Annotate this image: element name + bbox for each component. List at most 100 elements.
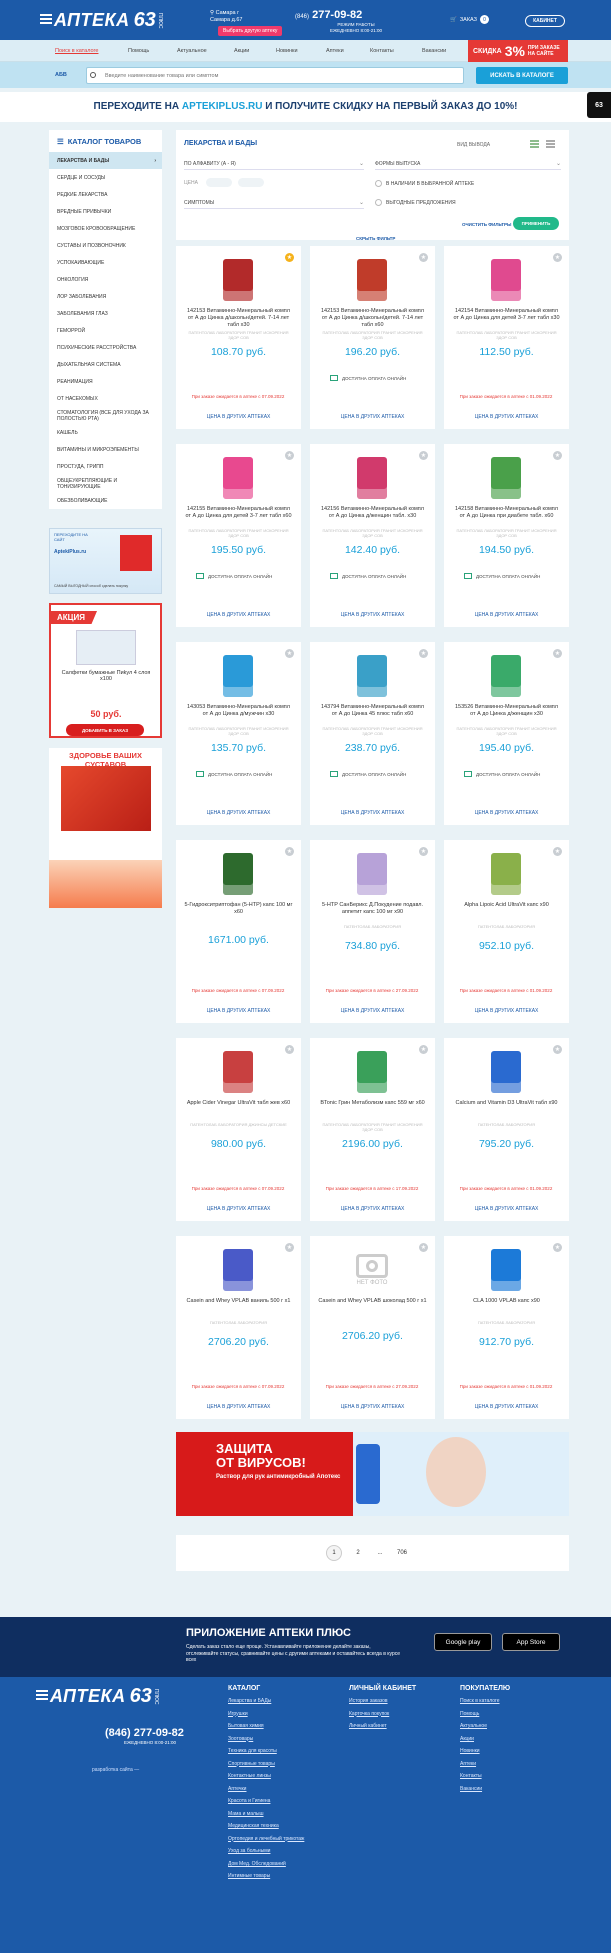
other-pharmacies-price-link[interactable]: ЦЕНА В ДРУГИХ АПТЕКАХ xyxy=(184,612,293,618)
footer-buyer-link[interactable]: Контакты xyxy=(460,1773,510,1786)
favorite-star-icon[interactable]: ★ xyxy=(285,1045,294,1054)
favorite-star-icon[interactable]: ★ xyxy=(285,847,294,856)
sidebar-item[interactable]: ОНКОЛОГИЯ xyxy=(49,271,162,288)
other-pharmacies-price-link[interactable]: ЦЕНА В ДРУГИХ АПТЕКАХ xyxy=(318,1008,427,1014)
product-card[interactable]: ★ CLA 1000 VPLAB капс х90 ПАТЕНТОЛАБ ЛАБОР… xyxy=(444,1236,569,1419)
product-image[interactable] xyxy=(347,652,397,700)
sidebar-item[interactable]: СУСТАВЫ И ПОЗВОНОЧНИК xyxy=(49,237,162,254)
sale-product-image[interactable] xyxy=(76,630,136,665)
nav-sales[interactable]: Акции xyxy=(234,48,249,54)
sidebar-item[interactable]: МОЗГОВОЕ КРОВООБРАЩЕНИЕ xyxy=(49,220,162,237)
product-image[interactable] xyxy=(213,1246,263,1294)
apply-filters-button[interactable]: ПРИМЕНИТЬ xyxy=(513,217,559,230)
footer-catalog-link[interactable]: Уход за больными xyxy=(228,1848,304,1861)
app-ad[interactable]: ПЕРЕХОДИТЕ НА САЙТ AptekiPlus.ru САМЫЙ В… xyxy=(49,528,162,594)
favorite-star-icon[interactable]: ★ xyxy=(553,1243,562,1252)
product-card[interactable]: ★ 142158 Витаминно-Минеральный компл от А… xyxy=(444,444,569,627)
product-name[interactable]: Casein and Whey VPLAB шоколад 500 г х1 xyxy=(318,1298,427,1305)
footer-catalog-link[interactable]: Красота и Гигиена xyxy=(228,1798,304,1811)
favorite-star-icon[interactable]: ★ xyxy=(285,253,294,262)
footer-buyer-link[interactable]: Вакансии xyxy=(460,1786,510,1799)
product-image[interactable] xyxy=(213,454,263,502)
product-image[interactable] xyxy=(213,850,263,898)
sidebar-item[interactable]: ЛЕКАРСТВА И БАДЫ › xyxy=(49,152,162,169)
favorite-star-icon[interactable]: ★ xyxy=(285,1243,294,1252)
product-card[interactable]: ★ 142153 Витаминно-Минеральный компл от А… xyxy=(310,246,435,429)
sidebar-item[interactable]: ОБЩЕУКРЕПЛЯЮЩИЕ И ТОНИЗИРУЮЩИЕ xyxy=(49,475,162,492)
page-2[interactable]: 2 xyxy=(350,1545,366,1561)
header-phone[interactable]: (846) 277-09-82 xyxy=(295,9,362,21)
product-name[interactable]: Apple Cider Vinegar UltraVit табл жев х6… xyxy=(184,1100,293,1107)
other-pharmacies-price-link[interactable]: ЦЕНА В ДРУГИХ АПТЕКАХ xyxy=(318,414,427,420)
footer-catalog-link[interactable]: Контактные линзы xyxy=(228,1773,304,1786)
footer-phone[interactable]: (846) 277-09-82 xyxy=(105,1727,184,1739)
page-1[interactable]: 1 xyxy=(326,1545,342,1561)
product-image[interactable] xyxy=(481,652,531,700)
product-card[interactable]: ★ 142154 Витаминно-Минеральный компл от А… xyxy=(444,246,569,429)
product-image[interactable] xyxy=(347,256,397,304)
product-name[interactable]: 142156 Витаминно-Минеральный компл от А … xyxy=(318,506,427,520)
product-image[interactable] xyxy=(481,454,531,502)
product-image[interactable] xyxy=(347,850,397,898)
product-image[interactable] xyxy=(481,850,531,898)
sidebar-item[interactable]: ЗАБОЛЕВАНИЯ ГЛАЗ xyxy=(49,305,162,322)
favorite-star-icon[interactable]: ★ xyxy=(553,847,562,856)
joints-ad[interactable]: ЗДОРОВЬЕ ВАШИХ СУСТАВОВ xyxy=(49,748,162,908)
product-image[interactable] xyxy=(213,256,263,304)
alphabet-link[interactable]: АБВ xyxy=(55,72,67,78)
sidebar-item[interactable]: ПСИХИЧЕСКИЕ РАССТРОЙСТВА xyxy=(49,339,162,356)
product-card[interactable]: ★ Calcium and Vitamin D3 UltraVit табл х9… xyxy=(444,1038,569,1221)
sidebar-item[interactable]: РЕАНИМАЦИЯ xyxy=(49,373,162,390)
product-name[interactable]: 153526 Витаминно-Минеральный компл от А … xyxy=(452,704,561,718)
nav-help[interactable]: Помощь xyxy=(128,48,149,54)
other-pharmacies-price-link[interactable]: ЦЕНА В ДРУГИХ АПТЕКАХ xyxy=(452,810,561,816)
sidebar-item[interactable]: ДЫХАТЕЛЬНАЯ СИСТЕМА xyxy=(49,356,162,373)
footer-catalog-link[interactable]: Дом Мед. Обследований xyxy=(228,1861,304,1874)
discount-promo[interactable]: СКИДКА 3% ПРИ ЗАКАЗЕ НА САЙТЕ xyxy=(468,40,568,62)
other-pharmacies-price-link[interactable]: ЦЕНА В ДРУГИХ АПТЕКАХ xyxy=(184,414,293,420)
sidebar-item[interactable]: КАШЕЛЬ xyxy=(49,424,162,441)
footer-catalog-link[interactable]: Ортопедия и лечебный трикотаж xyxy=(228,1836,304,1849)
city-selector[interactable]: ⚲ Самара г Самара д.67 xyxy=(210,10,242,24)
hide-filter-link[interactable]: СКРЫТЬ ФИЛЬТР xyxy=(356,236,395,241)
footer-catalog-link[interactable]: Лекарства и БАДы xyxy=(228,1698,304,1711)
sidebar-item[interactable]: ВИТАМИНЫ И МИКРОЭЛЕМЕНТЫ xyxy=(49,441,162,458)
app-store-button[interactable]: App Store xyxy=(502,1633,560,1651)
product-card[interactable]: ★ 142153 Витаминно-Минеральный компл от А… xyxy=(176,246,301,429)
google-play-button[interactable]: Google play xyxy=(434,1633,492,1651)
sidebar-item[interactable]: ВРЕДНЫЕ ПРИВЫЧКИ xyxy=(49,203,162,220)
product-name[interactable]: 142155 Витаминно-Минеральный компл от А … xyxy=(184,506,293,520)
favorite-star-icon[interactable]: ★ xyxy=(419,1045,428,1054)
other-pharmacies-price-link[interactable]: ЦЕНА В ДРУГИХ АПТЕКАХ xyxy=(452,1404,561,1410)
product-card[interactable]: ★ 143794 Витаминно-Минеральный компл от А… xyxy=(310,642,435,825)
other-pharmacies-price-link[interactable]: ЦЕНА В ДРУГИХ АПТЕКАХ xyxy=(318,612,427,618)
footer-catalog-link[interactable]: Интимные товары xyxy=(228,1873,304,1886)
product-image[interactable]: НЕТ ФОТО xyxy=(347,1246,397,1294)
favorite-star-icon[interactable]: ★ xyxy=(419,451,428,460)
other-pharmacies-price-link[interactable]: ЦЕНА В ДРУГИХ АПТЕКАХ xyxy=(318,1404,427,1410)
other-pharmacies-price-link[interactable]: ЦЕНА В ДРУГИХ АПТЕКАХ xyxy=(452,414,561,420)
nav-search-catalog[interactable]: Поиск в каталоге xyxy=(55,48,98,54)
symptoms-select[interactable]: СИМПТОМЫ xyxy=(184,197,364,209)
footer-logo[interactable]: АПТЕКА 63 ПЛЮС xyxy=(36,1685,159,1708)
footer-catalog-link[interactable]: Зоотовары xyxy=(228,1736,304,1749)
search-button[interactable]: ИСКАТЬ В КАТАЛОГЕ xyxy=(476,67,568,84)
favorite-star-icon[interactable]: ★ xyxy=(419,1243,428,1252)
product-card[interactable]: ★ 142156 Витаминно-Минеральный компл от А… xyxy=(310,444,435,627)
nav-contacts[interactable]: Контакты xyxy=(370,48,394,54)
other-pharmacies-price-link[interactable]: ЦЕНА В ДРУГИХ АПТЕКАХ xyxy=(452,1008,561,1014)
add-to-order-button[interactable]: ДОБАВИТЬ В ЗАКАЗ xyxy=(66,724,144,736)
product-name[interactable]: 142153 Витаминно-Минеральный компл от А … xyxy=(318,308,427,329)
sidebar-item[interactable]: ГЕМОРРОЙ xyxy=(49,322,162,339)
footer-catalog-link[interactable]: Игрушки xyxy=(228,1711,304,1724)
page-last[interactable]: 706 xyxy=(394,1545,410,1561)
other-pharmacies-price-link[interactable]: ЦЕНА В ДРУГИХ АПТЕКАХ xyxy=(318,810,427,816)
grid-view-icon[interactable] xyxy=(530,140,539,149)
logo[interactable]: АПТЕКА 63 ПЛЮС xyxy=(40,9,163,32)
nav-new[interactable]: Новинки xyxy=(276,48,298,54)
in-stock-checkbox[interactable]: В НАЛИЧИИ В ВЫБРАННОЙ АПТЕКЕ xyxy=(375,180,474,187)
product-name[interactable]: 142153 Витаминно-Минеральный компл от А … xyxy=(184,308,293,329)
sidebar-item[interactable]: ПРОСТУДА, ГРИПП xyxy=(49,458,162,475)
favorite-star-icon[interactable]: ★ xyxy=(419,649,428,658)
product-image[interactable] xyxy=(213,1048,263,1096)
